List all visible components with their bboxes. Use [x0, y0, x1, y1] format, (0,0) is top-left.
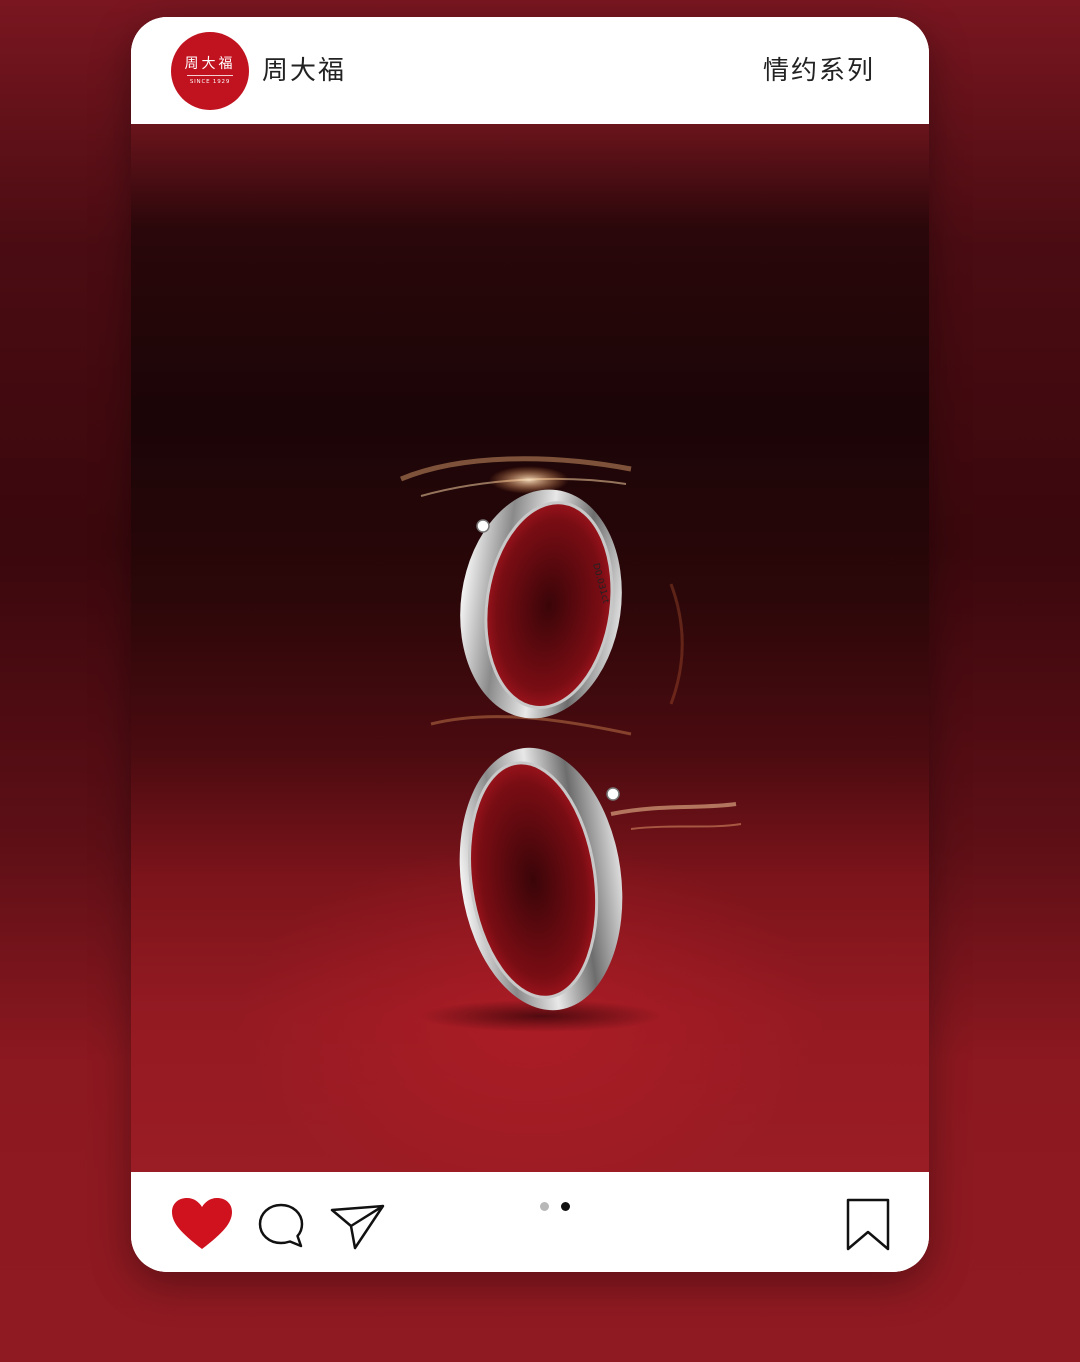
lower-ring: [459, 747, 623, 1011]
diamond-upper: [476, 519, 490, 533]
send-paper-plane-icon[interactable]: [329, 1202, 387, 1250]
comment-bubble-icon[interactable]: [257, 1202, 305, 1250]
diamond-lower: [606, 787, 620, 801]
post-image[interactable]: D0.031ct: [131, 124, 929, 1172]
logo-divider: [187, 75, 233, 76]
post-actions-bar: [131, 1172, 929, 1272]
logo-text-cn: 周大福: [184, 56, 236, 72]
carousel-dot[interactable]: [540, 1202, 549, 1211]
post-header: 周大福 SINCE 1929 周大福 情约系列: [131, 17, 929, 124]
bookmark-icon[interactable]: [845, 1198, 891, 1252]
post-card: 周大福 SINCE 1929 周大福 情约系列 D0.031ct: [131, 17, 929, 1272]
avatar[interactable]: 周大福 SINCE 1929: [171, 32, 249, 110]
heart-icon[interactable]: [171, 1197, 233, 1251]
brand-name[interactable]: 周大福: [262, 55, 346, 87]
upper-ring: [460, 489, 622, 719]
series-title: 情约系列: [762, 56, 875, 86]
logo-text-en: SINCE 1929: [189, 79, 231, 85]
carousel-indicator: [540, 1202, 570, 1211]
carousel-dot-active[interactable]: [561, 1202, 570, 1211]
rings-illustration: D0.031ct: [400, 456, 742, 1032]
